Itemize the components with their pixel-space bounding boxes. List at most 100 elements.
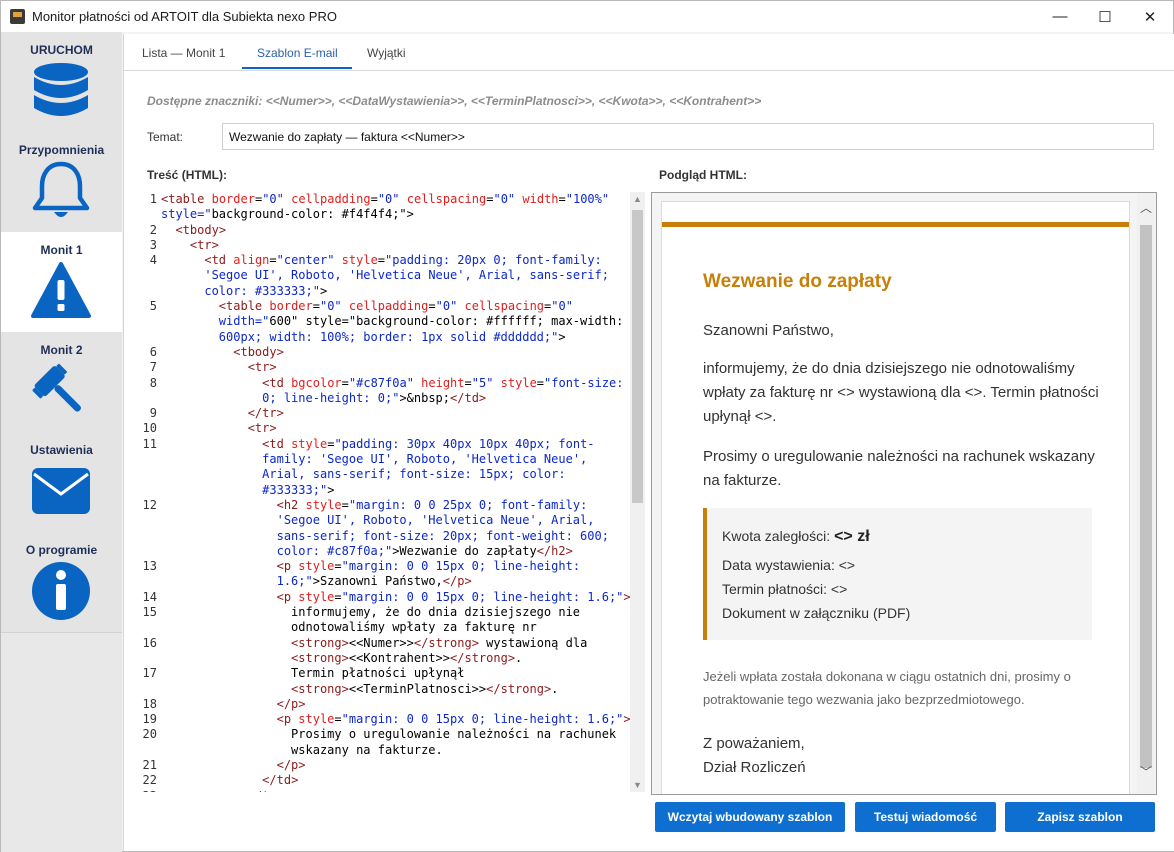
line-number (137, 467, 161, 482)
test-message-button[interactable]: Testuj wiadomość (855, 802, 996, 832)
sidebar-item-monit-2[interactable]: Monit 2 (1, 332, 122, 433)
tab-lista-monit-1[interactable]: Lista — Monit 1 (142, 46, 225, 60)
code-text: <strong><<Kontrahent>></strong>. (291, 650, 523, 665)
line-number (137, 544, 161, 559)
code-line: wskazany na fakturze. (137, 743, 649, 758)
scroll-up-arrow-icon[interactable]: ︿ (1137, 199, 1155, 216)
preview-scrollbar[interactable]: ︿ ﹀ (1137, 193, 1155, 794)
subject-input[interactable]: Wezwanie do zapłaty — faktura <<Numer>> (222, 123, 1154, 150)
tab-wyjatki[interactable]: Wyjątki (367, 46, 406, 60)
line-number: 18 (142, 696, 157, 711)
code-text: <strong><<TerminPlatnosci>></strong>. (291, 681, 559, 696)
line-number: 7 (149, 360, 157, 375)
sidebar: URUCHOM Przypomnienia Monit 1 Monit 2 Us… (1, 32, 122, 852)
code-line: 17 Termin płatności upłynął (137, 666, 649, 681)
code-line: 1 <table border="0" cellpadding="0" cells… (137, 192, 649, 207)
code-text: Arial, sans-serif; font-size: 15px; colo… (262, 467, 566, 482)
code-text: </td> (262, 773, 299, 788)
code-line: 23 </tr> (137, 789, 649, 792)
line-number (137, 391, 161, 406)
code-line: 22 </td> (137, 773, 649, 788)
line-number (137, 268, 161, 283)
code-scrollbar[interactable]: ▲ ▼ (630, 192, 645, 792)
code-line: color: #333333;"> (137, 284, 649, 299)
sidebar-item-uruchom[interactable]: URUCHOM (1, 32, 122, 133)
line-number: 23 (137, 789, 161, 792)
load-template-button[interactable]: Wczytaj wbudowany szablon (655, 802, 845, 832)
code-text: </p> (276, 696, 306, 711)
placeholder-hint: Dostępne znaczniki: <<Numer>>, <<DataWys… (147, 94, 762, 108)
line-number (137, 682, 161, 697)
line-number: 11 (142, 436, 157, 451)
scroll-down-arrow-icon[interactable]: ▼ (630, 780, 645, 790)
code-text: <td bgcolor="#c87f0a" height="5" style="… (262, 375, 624, 390)
maximize-button[interactable]: ☐ (1082, 1, 1128, 32)
code-text: odnotowaliśmy wpłaty za fakturę nr (161, 620, 537, 635)
amount-value: <> zł (834, 528, 870, 545)
email-card: Wezwanie do zapłaty Szanowni Państwo, in… (661, 201, 1130, 794)
line-number (137, 743, 161, 758)
code-text: 'Segoe UI', Roboto, 'Helvetica Neue', Ar… (204, 268, 609, 283)
code-text: <tr> (247, 360, 277, 375)
code-line: 1.6;">Szanowni Państwo,</p> (137, 574, 649, 589)
sidebar-item-monit-1[interactable]: Monit 1 (1, 232, 122, 333)
sidebar-item-ustawienia[interactable]: Ustawienia (1, 432, 122, 533)
line-number: 8 (149, 375, 157, 390)
active-tab-indicator (242, 67, 352, 69)
attachment-line: Dokument w załączniku (PDF) (722, 605, 911, 621)
preview-note: Jeżeli wpłata została dokonana w ciągu o… (703, 669, 1071, 707)
code-line: Arial, sans-serif; font-size: 15px; colo… (137, 467, 649, 482)
scrollbar-thumb[interactable] (632, 210, 643, 503)
main-panel: Lista — Monit 1 Szablon E-mail Wyjątki D… (123, 34, 1174, 851)
line-number (137, 529, 161, 544)
code-text: sans-serif; font-size: 20px; font-weight… (276, 528, 609, 543)
code-text: Prosimy o uregulowanie należności na rac… (161, 727, 617, 742)
line-number (137, 452, 161, 467)
preview-regards: Z poważaniem, (703, 735, 805, 752)
scrollbar-thumb[interactable] (1140, 225, 1152, 768)
code-line: 'Segoe UI', Roboto, 'Helvetica Neue', Ar… (137, 268, 649, 283)
amount-line: Kwota zaległości: <> zł (722, 528, 870, 546)
code-line: 10 <tr> (137, 421, 649, 436)
code-line: width="600" style="background-color: #ff… (137, 314, 649, 329)
sidebar-item-label: O programie (25, 543, 98, 557)
code-text: </p> (276, 757, 306, 772)
invoice-details-box: Kwota zaległości: <> zł Data wystawienia… (703, 508, 1092, 640)
sidebar-item-label: Ustawienia (30, 443, 93, 457)
sidebar-item-przypomnienia[interactable]: Przypomnienia (1, 132, 122, 233)
code-text: 1.6;">Szanowni Państwo,</p> (276, 574, 472, 589)
code-line: 19 <p style="margin: 0 0 15px 0; line-he… (137, 712, 649, 727)
scroll-down-arrow-icon[interactable]: ﹀ (1137, 763, 1155, 780)
code-text: width="600" style="background-color: #ff… (218, 314, 624, 329)
html-code-editor[interactable]: 1 <table border="0" cellpadding="0" cells… (137, 192, 649, 792)
code-text: <p style="margin: 0 0 15px 0; line-heigh… (276, 589, 631, 604)
code-text: family: 'Segoe UI', Roboto, 'Helvetica N… (262, 452, 588, 467)
minimize-button[interactable]: — (1037, 1, 1083, 32)
code-text: <tbody> (175, 222, 227, 237)
accent-bar (662, 222, 1129, 227)
code-line: 13 <p style="margin: 0 0 15px 0; line-he… (137, 559, 649, 574)
save-template-button[interactable]: Zapisz szablon (1005, 802, 1155, 832)
sidebar-item-o-programie[interactable]: O programie (1, 532, 122, 633)
line-number: 15 (142, 605, 157, 620)
code-line: <strong><<Kontrahent>></strong>. (137, 651, 649, 666)
line-number: 16 (142, 635, 157, 650)
line-number: 22 (142, 773, 157, 788)
gavel-icon (32, 363, 81, 412)
code-line: 12 <h2 style="margin: 0 0 25px 0; font-f… (137, 498, 649, 513)
line-number (137, 574, 161, 589)
preview-label: Podgląd HTML: (659, 168, 747, 182)
code-line: <strong><<TerminPlatnosci>></strong>. (137, 682, 649, 697)
line-number (137, 483, 161, 498)
line-number: 1 (149, 192, 157, 206)
code-line: 14 <p style="margin: 0 0 15px 0; line-he… (137, 590, 649, 605)
close-button[interactable]: ✕ (1127, 1, 1173, 32)
preview-greeting: Szanowni Państwo, (703, 322, 834, 339)
line-number (137, 284, 161, 299)
tab-szablon-email[interactable]: Szablon E-mail (257, 46, 338, 60)
line-number: 14 (142, 589, 157, 604)
scroll-up-arrow-icon[interactable]: ▲ (630, 194, 645, 204)
code-line: 'Segoe UI', Roboto, 'Helvetica Neue', Ar… (137, 513, 649, 528)
sidebar-item-label: URUCHOM (30, 43, 93, 57)
code-line: 5 <table border="0" cellpadding="0" cell… (137, 299, 649, 314)
